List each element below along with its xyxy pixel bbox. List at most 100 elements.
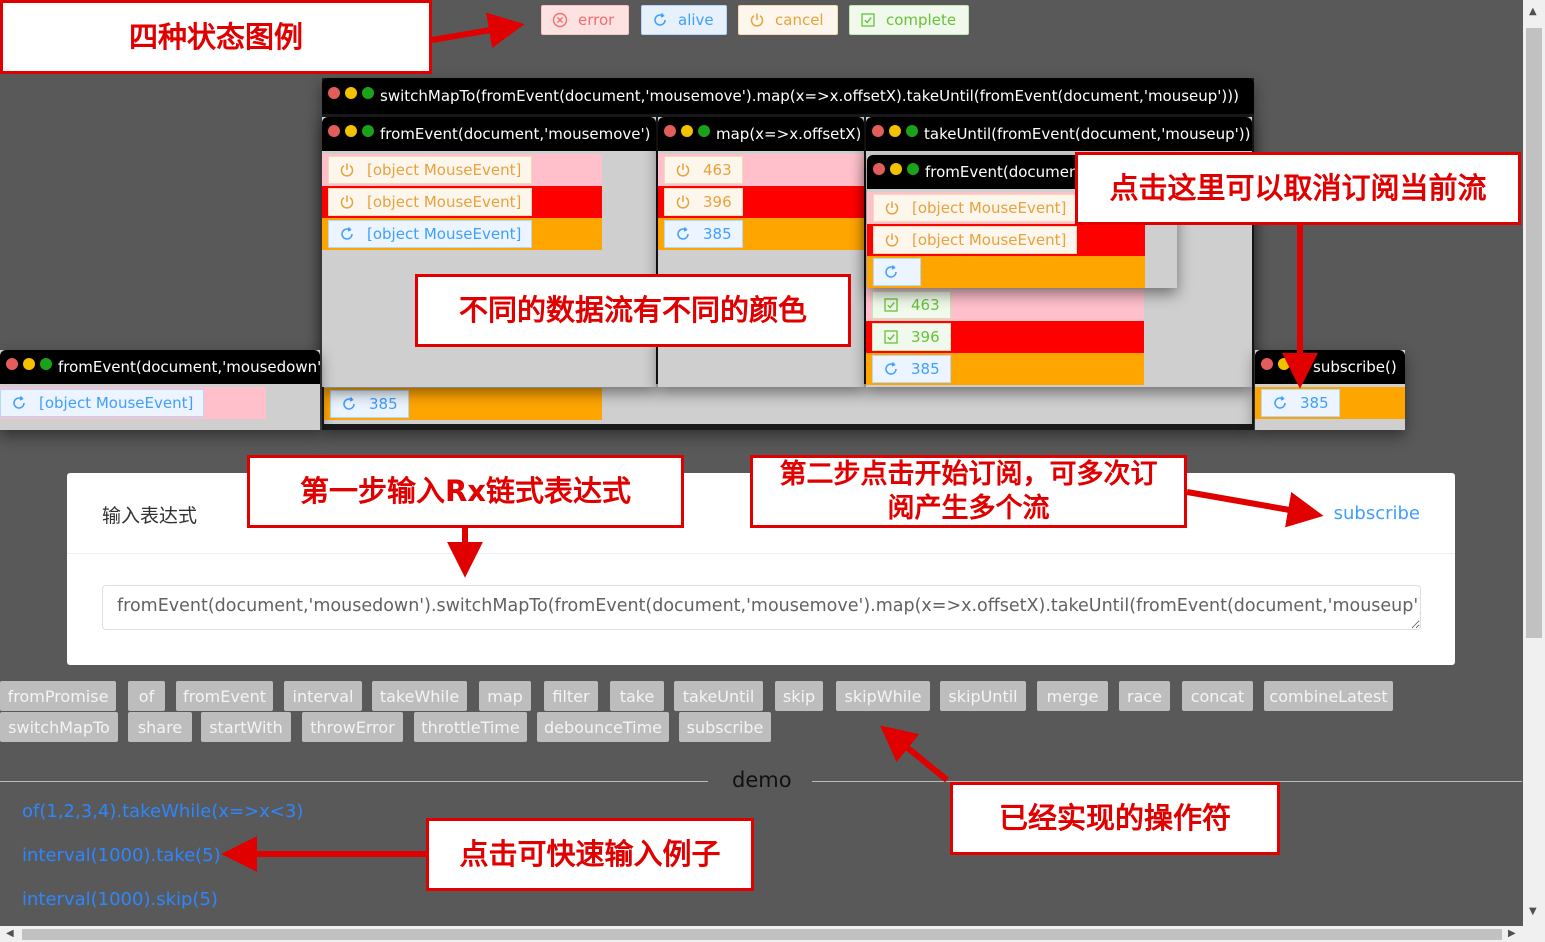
operator-tag[interactable]: throttleTime — [414, 712, 527, 742]
operator-tag[interactable]: skipUntil — [940, 681, 1026, 711]
window-controls[interactable] — [1261, 358, 1307, 370]
window-controls — [872, 125, 918, 137]
stream-row: 385 — [658, 218, 864, 250]
operator-tag[interactable]: take — [610, 681, 664, 711]
value-text: 385 — [911, 360, 940, 378]
annotation-operators: 已经实现的操作符 — [950, 782, 1280, 855]
power-icon — [339, 162, 355, 178]
scroll-down-icon[interactable]: ▼ — [1529, 906, 1537, 917]
value-chip[interactable]: [object MouseEvent] — [328, 156, 533, 184]
stream-header: map(x=>x.offsetX) — [658, 117, 864, 151]
operator-tag[interactable]: of — [128, 681, 165, 711]
power-icon — [884, 200, 900, 216]
checkbox-icon — [883, 297, 899, 313]
operator-tag[interactable]: concat — [1182, 681, 1253, 711]
value-chip[interactable]: 385 — [330, 390, 409, 418]
value-chip[interactable]: [object MouseEvent] — [0, 389, 205, 417]
scroll-up-icon[interactable]: ▲ — [1529, 6, 1537, 17]
operator-tag[interactable]: skipWhile — [836, 681, 930, 711]
operator-tag[interactable]: takeUntil — [674, 681, 763, 711]
checkbox-icon — [860, 12, 876, 28]
stream-row: 385 — [1255, 387, 1405, 419]
value-chip[interactable]: [object MouseEvent] — [328, 188, 533, 216]
subscribe-button[interactable]: subscribe — [1334, 503, 1420, 524]
legend-complete: complete — [849, 5, 969, 35]
value-chip[interactable]: 463 — [664, 156, 743, 184]
value-text: [object MouseEvent] — [912, 199, 1067, 217]
value-text: [object MouseEvent] — [912, 231, 1067, 249]
operator-tag[interactable]: throwError — [302, 712, 403, 742]
demo-title: demo — [732, 768, 792, 792]
stream-title: map(x=>x.offsetX) — [716, 125, 862, 143]
value-chip[interactable]: [object MouseEvent] — [873, 194, 1078, 222]
value-chip[interactable] — [873, 258, 921, 286]
operator-tag[interactable]: subscribe — [679, 712, 771, 742]
stream-title: takeUntil(fromEvent(document,'mouseup')) — [924, 125, 1251, 143]
operator-tag[interactable]: merge — [1037, 681, 1108, 711]
vertical-scrollbar[interactable]: ▲ ▼ — [1523, 0, 1545, 926]
demo-example-link[interactable]: interval(1000).take(5) — [22, 845, 221, 866]
power-icon — [749, 12, 765, 28]
value-text: [object MouseEvent] — [367, 161, 522, 179]
value-text: 396 — [703, 193, 732, 211]
operator-tag[interactable]: skip — [775, 681, 823, 711]
stream-header: subscribe() — [1255, 350, 1405, 384]
window-controls — [328, 125, 374, 137]
operator-tag[interactable]: switchMapTo — [0, 712, 118, 742]
value-text: 396 — [911, 328, 940, 346]
operator-tag[interactable]: debounceTime — [537, 712, 669, 742]
demo-divider-left — [0, 781, 708, 782]
legend-error-label: error — [578, 11, 615, 29]
operator-tag[interactable]: fromPromise — [0, 681, 116, 711]
value-chip[interactable]: 396 — [664, 188, 743, 216]
value-text: 463 — [703, 161, 732, 179]
value-chip[interactable]: 463 — [872, 291, 951, 319]
demo-example-link[interactable]: interval(1000).skip(5) — [22, 889, 218, 910]
stream-header: switchMapTo(fromEvent(document,'mousemov… — [322, 78, 1254, 114]
stream-title: switchMapTo(fromEvent(document,'mousemov… — [380, 87, 1239, 105]
error-icon — [552, 12, 568, 28]
scroll-left-icon[interactable]: ◀ — [6, 928, 14, 939]
refresh-icon — [339, 226, 355, 242]
stream-row: [object MouseEvent] — [0, 387, 266, 419]
stream-row: 463 — [658, 154, 864, 186]
scroll-right-icon[interactable]: ▶ — [1508, 928, 1516, 939]
operator-tag[interactable]: takeWhile — [372, 681, 467, 711]
stream-row: [object MouseEvent] — [322, 218, 602, 250]
checkbox-icon — [883, 329, 899, 345]
window-controls — [873, 163, 919, 175]
stream-row: [object MouseEvent] — [867, 224, 1145, 256]
legend-cancel: cancel — [738, 5, 838, 35]
value-text: 385 — [1300, 394, 1329, 412]
operator-tag[interactable]: combineLatest — [1264, 681, 1393, 711]
value-chip[interactable]: [object MouseEvent] — [873, 226, 1078, 254]
value-chip[interactable]: 396 — [872, 323, 951, 351]
value-chip[interactable]: 385 — [664, 220, 743, 248]
refresh-icon — [11, 395, 27, 411]
value-text: [object MouseEvent] — [367, 193, 522, 211]
operator-tag[interactable]: race — [1119, 681, 1170, 711]
stream-row: 463 — [866, 289, 1144, 321]
demo-example-link[interactable]: of(1,2,3,4).takeWhile(x=>x<3) — [22, 801, 303, 822]
legend-alive-label: alive — [678, 11, 714, 29]
vertical-scroll-thumb[interactable] — [1526, 28, 1542, 638]
annotation-examples: 点击可快速输入例子 — [426, 818, 754, 891]
stream-header: fromEvent(document,'mousedown') — [0, 350, 320, 384]
value-chip[interactable]: [object MouseEvent] — [328, 220, 533, 248]
value-chip[interactable]: 385 — [872, 355, 951, 383]
expression-input[interactable]: fromEvent(document,'mousedown').switchMa… — [102, 585, 1421, 630]
operator-tag[interactable]: startWith — [201, 712, 291, 742]
operator-tag[interactable]: fromEvent — [176, 681, 273, 711]
operator-tag[interactable]: interval — [284, 681, 362, 711]
power-icon — [675, 194, 691, 210]
annotation-colors: 不同的数据流有不同的颜色 — [415, 274, 851, 347]
card-divider — [67, 553, 1455, 554]
value-text: [object MouseEvent] — [39, 394, 194, 412]
stream-title: fromEvent(document,'mousemove') — [380, 125, 651, 143]
operator-tag[interactable]: filter — [544, 681, 598, 711]
horizontal-scrollbar[interactable]: ◀ ▶ — [0, 926, 1545, 942]
horizontal-scroll-thumb[interactable] — [22, 929, 1502, 940]
value-chip[interactable]: 385 — [1261, 389, 1340, 417]
operator-tag[interactable]: map — [479, 681, 531, 711]
operator-tag[interactable]: share — [128, 712, 192, 742]
